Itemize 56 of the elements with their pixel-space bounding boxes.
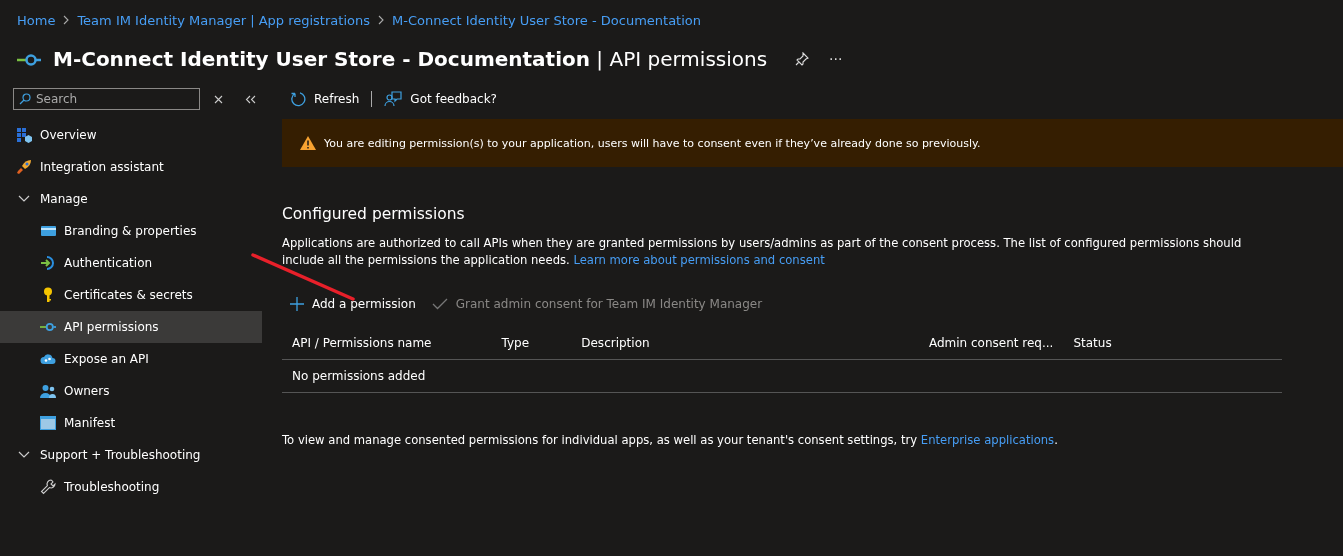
chevron-icon [63, 15, 70, 25]
refresh-icon [290, 91, 306, 107]
search-field[interactable]: Search [13, 88, 200, 110]
document-icon [40, 416, 56, 430]
sidebar-item[interactable]: Troubleshooting [0, 471, 262, 503]
chevron-icon [18, 451, 30, 459]
grid-icon [16, 127, 32, 143]
description-text: Applications are authorized to call APIs when they are granted permissions by users/admins as part of the consent process. The list of configured permissions should include all the permissions the application needs. Learn more about permissions and consent [282, 235, 1243, 269]
close-icon[interactable] [214, 94, 223, 104]
feedback-button[interactable]: Got feedback? [384, 91, 497, 107]
section-title: Configured permissions [282, 205, 466, 223]
breadcrumb-link[interactable]: M-Connect Identity User Store - Documentation [391, 12, 701, 28]
sidebar-item[interactable]: Overview [0, 119, 262, 151]
refresh-button[interactable]: Refresh [290, 91, 360, 107]
sidebar-item[interactable]: Owners [0, 375, 262, 407]
sidebar-group[interactable]: Support + Troubleshooting [0, 439, 262, 471]
sidebar-item[interactable]: Integration assistant [0, 151, 262, 183]
page-title: M-Connect Identity User Store - Documentation | API permissions [53, 47, 768, 71]
plus-icon [290, 297, 304, 311]
sidebar-item[interactable]: Manifest [0, 407, 262, 439]
sidebar-item[interactable]: Certificates & secrets [0, 279, 262, 311]
warning-text: You are editing permission(s) to your application, users will have to consent even if they’ve already done so previously. [324, 136, 981, 150]
add-permission-button[interactable]: Add a permission [290, 297, 416, 311]
rocket-icon [16, 159, 32, 175]
chevron-icon [377, 15, 384, 25]
column-header: API / Permissions name [282, 327, 492, 360]
sidebar-item[interactable]: Authentication [0, 247, 262, 279]
people-icon [40, 383, 56, 399]
collapse-icon[interactable] [245, 94, 256, 104]
card-icon [40, 223, 56, 239]
column-header: Description [571, 327, 919, 360]
chevron-icon [18, 195, 30, 203]
wrench-icon [40, 479, 56, 495]
column-header: Type [491, 327, 572, 360]
key-icon [42, 287, 54, 303]
breadcrumb-link[interactable]: Team IM Identity Manager | App registrations [77, 12, 370, 28]
sidebar-item[interactable]: Branding & properties [0, 215, 262, 247]
warning-icon [300, 136, 316, 150]
table-cell: No permissions added [282, 359, 1282, 393]
check-icon [431, 298, 448, 310]
sidebar-group[interactable]: Manage [0, 183, 262, 215]
column-header: Admin consent req... [918, 327, 1064, 360]
pin-icon[interactable] [795, 52, 810, 66]
more-button[interactable]: ··· [829, 51, 843, 67]
column-header: Status [1063, 327, 1282, 360]
feedback-icon [384, 91, 403, 107]
search-icon [19, 93, 31, 105]
sidebar-item[interactable]: Expose an API [0, 343, 262, 375]
breadcrumb-link[interactable]: Home [17, 12, 56, 28]
cloud-icon [40, 353, 56, 365]
api-icon [40, 321, 56, 333]
api-icon [17, 51, 41, 67]
footer-text: To view and manage consented permissions for individual apps, as well as your tenant's consent settings, try Enterprise applications. [282, 433, 1059, 447]
sign-in-icon [40, 255, 56, 271]
sidebar-item[interactable]: API permissions [0, 311, 262, 343]
learn-more-link[interactable]: Learn more about permissions and consent [573, 253, 825, 267]
